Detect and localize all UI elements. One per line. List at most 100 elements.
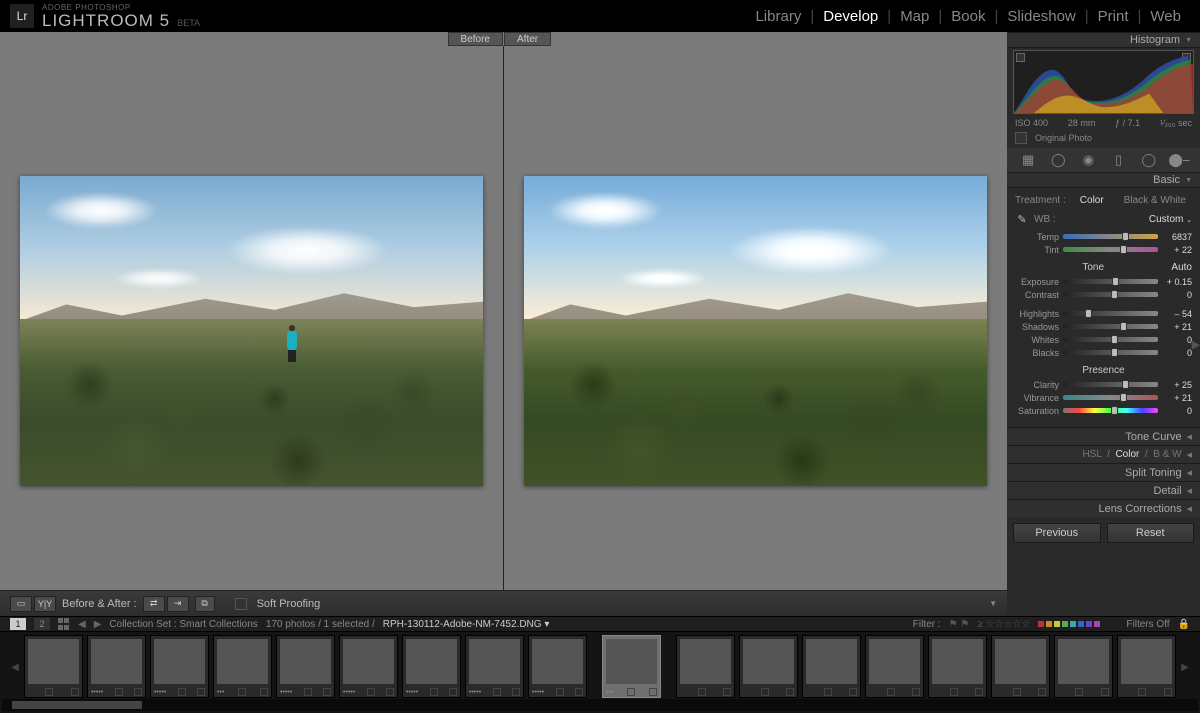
temp-thumb[interactable] <box>1122 232 1129 241</box>
module-print[interactable]: Print <box>1089 8 1138 25</box>
copy-settings-button[interactable]: ⧉ <box>195 596 215 612</box>
module-web[interactable]: Web <box>1141 8 1190 25</box>
color-swatch[interactable] <box>1094 621 1100 627</box>
exposure-slider[interactable]: Exposure + 0.15 <box>1015 275 1192 288</box>
clarity-thumb[interactable] <box>1122 380 1129 389</box>
filmstrip-thumb[interactable] <box>739 635 798 698</box>
whites-thumb[interactable] <box>1111 335 1118 344</box>
filmstrip-thumb[interactable]: ••••• <box>150 635 209 698</box>
color-label-filters[interactable] <box>1038 621 1100 627</box>
saturation-track[interactable] <box>1063 408 1158 413</box>
wb-value-dropdown[interactable]: Custom ⌄ <box>1149 214 1192 225</box>
tone-curve-panel-header[interactable]: Tone Curve◀ <box>1007 427 1200 445</box>
filmstrip-thumb[interactable] <box>1054 635 1113 698</box>
module-map[interactable]: Map <box>891 8 938 25</box>
vibrance-slider[interactable]: Vibrance + 21 <box>1015 391 1192 404</box>
highlights-thumb[interactable] <box>1085 309 1092 318</box>
detail-panel-header[interactable]: Detail◀ <box>1007 481 1200 499</box>
copy-before-after-button[interactable]: ⇥ <box>167 596 189 612</box>
auto-tone-button[interactable]: Auto <box>1171 262 1192 273</box>
tint-thumb[interactable] <box>1120 245 1127 254</box>
vibrance-thumb[interactable] <box>1120 393 1127 402</box>
exposure-thumb[interactable] <box>1112 277 1119 286</box>
module-library[interactable]: Library <box>746 8 810 25</box>
color-swatch[interactable] <box>1062 621 1068 627</box>
whites-slider[interactable]: Whites 0 <box>1015 333 1192 346</box>
before-image[interactable] <box>20 176 483 486</box>
module-develop[interactable]: Develop <box>814 8 887 25</box>
saturation-slider[interactable]: Saturation 0 <box>1015 404 1192 417</box>
blacks-thumb[interactable] <box>1111 348 1118 357</box>
filmstrip-thumb[interactable]: ••••• <box>402 635 461 698</box>
radial-filter-button[interactable]: ◯ <box>1134 151 1164 169</box>
contrast-track[interactable] <box>1063 292 1158 297</box>
filmstrip-thumb[interactable]: ••••• <box>339 635 398 698</box>
rating-filter-icon[interactable]: ≥ ☆☆☆☆☆ <box>977 619 1030 630</box>
filmstrip-thumb[interactable]: ••••• <box>465 635 524 698</box>
filmstrip-thumb[interactable] <box>24 635 83 698</box>
reset-button[interactable]: Reset <box>1107 523 1195 543</box>
split-toning-panel-header[interactable]: Split Toning◀ <box>1007 463 1200 481</box>
filmstrip-thumb[interactable]: ••• <box>602 635 661 698</box>
treatment-color[interactable]: Color <box>1074 195 1110 206</box>
filmstrip-thumb[interactable]: ••• <box>213 635 272 698</box>
main-window-indicator[interactable]: 1 <box>10 618 26 630</box>
basic-panel-header[interactable]: Basic▼ <box>1007 172 1200 188</box>
shadows-thumb[interactable] <box>1120 322 1127 331</box>
second-window-indicator[interactable]: 2 <box>34 618 50 630</box>
shadows-track[interactable] <box>1063 324 1158 329</box>
temp-slider[interactable]: Temp 6837 <box>1015 230 1192 243</box>
redeye-tool-button[interactable]: ◉ <box>1073 151 1103 169</box>
clarity-track[interactable] <box>1063 382 1158 387</box>
white-balance-picker-icon[interactable]: ✎ <box>1015 212 1029 226</box>
whites-track[interactable] <box>1063 337 1158 342</box>
filmstrip-scrollbar-thumb[interactable] <box>12 701 142 709</box>
contrast-thumb[interactable] <box>1111 290 1118 299</box>
filmstrip-thumb[interactable] <box>991 635 1050 698</box>
collection-path[interactable]: Collection Set : Smart Collections <box>109 619 257 630</box>
toolbar-more-button[interactable]: ▼ <box>989 599 997 608</box>
filmstrip-thumb[interactable] <box>928 635 987 698</box>
module-slideshow[interactable]: Slideshow <box>998 8 1084 25</box>
temp-track[interactable] <box>1063 234 1158 239</box>
filmstrip-thumb[interactable] <box>1117 635 1176 698</box>
flag-filter-icon[interactable]: ⚑ ⚑ <box>949 619 970 630</box>
module-book[interactable]: Book <box>942 8 994 25</box>
original-photo-checkbox[interactable] <box>1015 132 1027 144</box>
vibrance-track[interactable] <box>1063 395 1158 400</box>
blacks-slider[interactable]: Blacks 0 <box>1015 346 1192 359</box>
exposure-track[interactable] <box>1063 279 1158 284</box>
shadows-slider[interactable]: Shadows + 21 <box>1015 320 1192 333</box>
color-swatch[interactable] <box>1046 621 1052 627</box>
loupe-view-button[interactable]: ▭ <box>10 596 32 612</box>
compare-view-button[interactable]: Y|Y <box>34 596 56 612</box>
filmstrip-thumb[interactable] <box>802 635 861 698</box>
right-panel-collapse-handle[interactable]: ▶ <box>1192 324 1200 364</box>
crop-tool-button[interactable]: ▦ <box>1013 151 1043 169</box>
graduated-filter-button[interactable]: ▯ <box>1104 151 1134 169</box>
soft-proofing-checkbox[interactable] <box>235 598 247 610</box>
tint-track[interactable] <box>1063 247 1158 252</box>
nav-prev-button[interactable]: ◀ <box>78 619 86 630</box>
histogram-graph[interactable] <box>1013 50 1194 114</box>
spot-removal-tool-button[interactable]: ◯ <box>1043 151 1073 169</box>
filmstrip-thumb[interactable]: ••••• <box>87 635 146 698</box>
filmstrip-thumb[interactable]: ••••• <box>276 635 335 698</box>
blacks-track[interactable] <box>1063 350 1158 355</box>
highlights-track[interactable] <box>1063 311 1158 316</box>
color-swatch[interactable] <box>1038 621 1044 627</box>
after-image[interactable] <box>524 176 987 486</box>
grid-view-icon[interactable] <box>58 618 70 630</box>
highlights-slider[interactable]: Highlights – 54 <box>1015 307 1192 320</box>
color-swatch[interactable] <box>1054 621 1060 627</box>
color-swatch[interactable] <box>1086 621 1092 627</box>
lens-corrections-panel-header[interactable]: Lens Corrections◀ <box>1007 499 1200 517</box>
filmstrip-scroll-right[interactable]: ▶ <box>1180 635 1190 699</box>
swap-before-after-button[interactable]: ⇄ <box>143 596 165 612</box>
color-swatch[interactable] <box>1070 621 1076 627</box>
filmstrip-scrollbar[interactable] <box>2 699 1198 711</box>
contrast-slider[interactable]: Contrast 0 <box>1015 288 1192 301</box>
clarity-slider[interactable]: Clarity + 25 <box>1015 378 1192 391</box>
treatment-bw[interactable]: Black & White <box>1118 195 1192 206</box>
filmstrip-thumb[interactable] <box>865 635 924 698</box>
